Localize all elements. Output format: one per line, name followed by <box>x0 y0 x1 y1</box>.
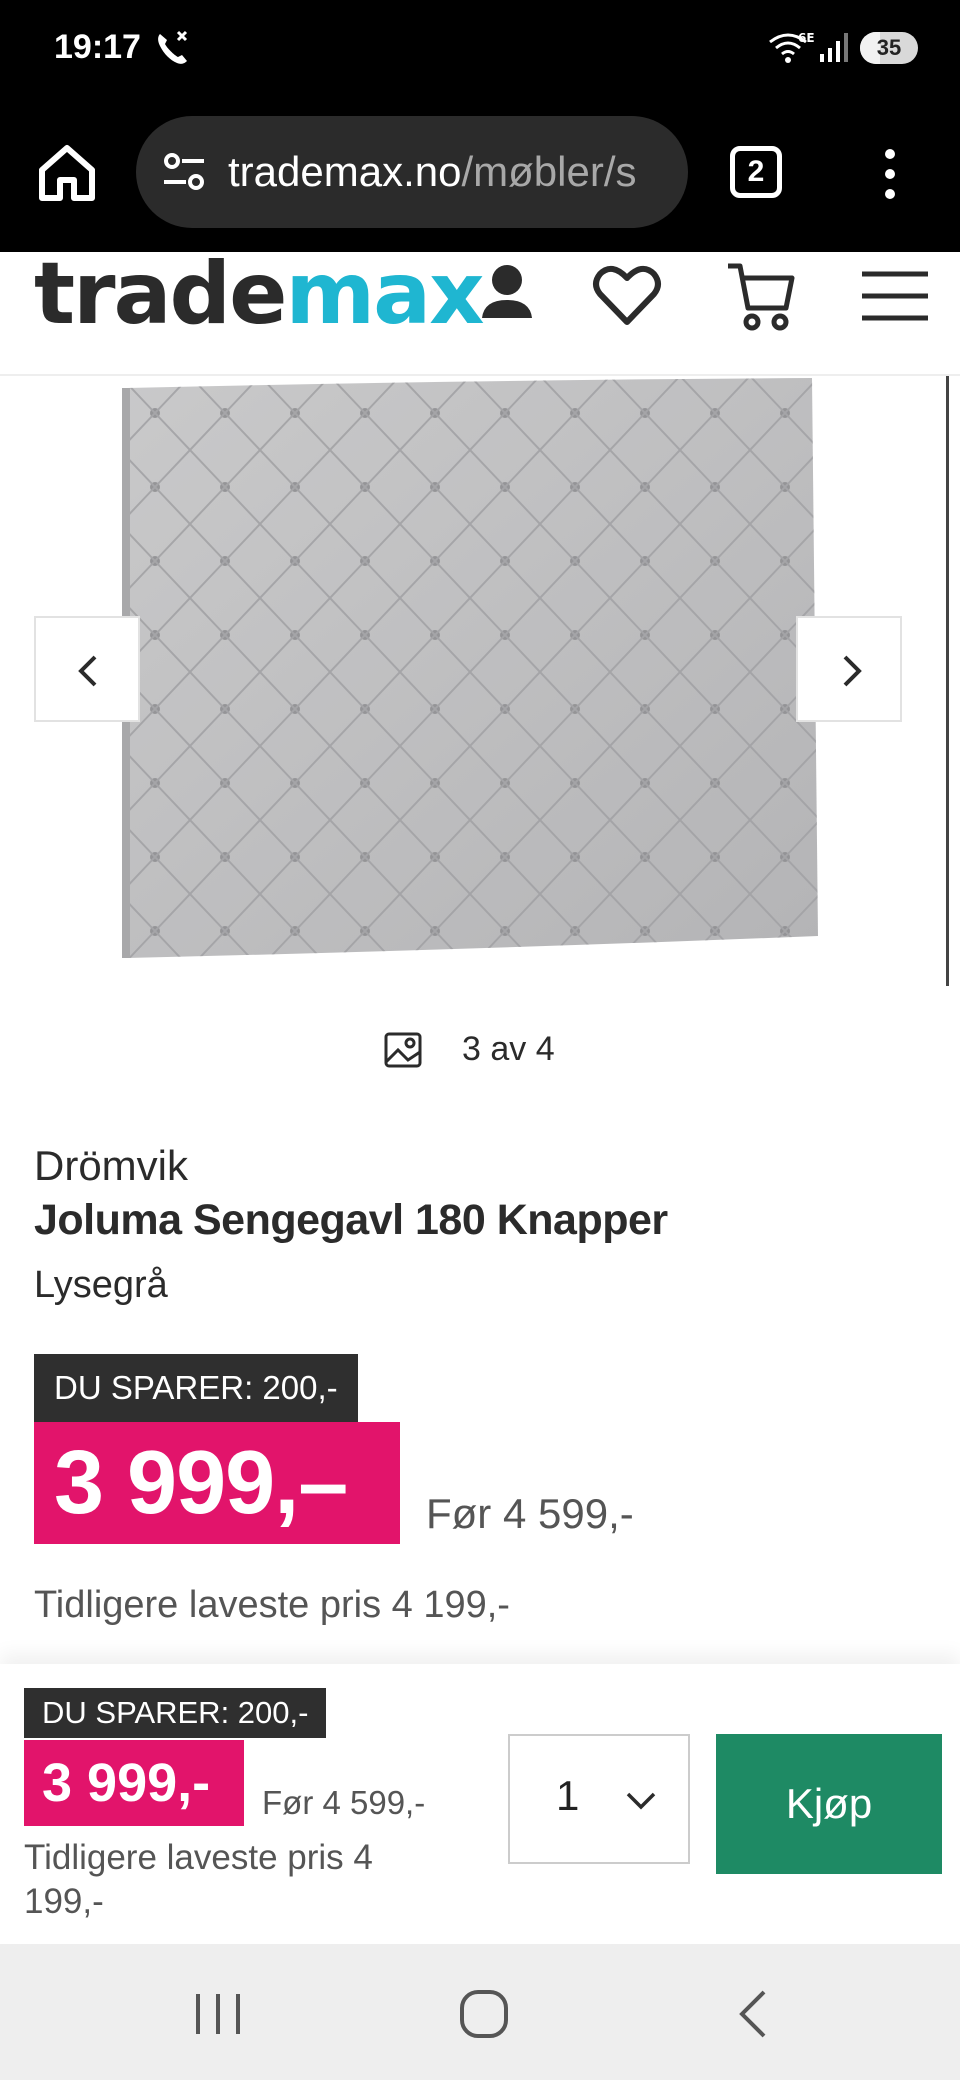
wifi-icon: 6E <box>769 31 815 63</box>
trademax-logo[interactable]: trademax <box>34 251 485 337</box>
image-counter: 3 av 4 <box>0 1026 960 1076</box>
recent-apps-icon[interactable] <box>190 1986 246 2042</box>
status-bar: 19:17 6E 35 <box>0 0 960 100</box>
hamburger-menu-icon[interactable] <box>858 256 932 336</box>
product-image-carousel[interactable] <box>0 376 960 996</box>
signal-icon <box>820 33 848 62</box>
quantity-select[interactable]: 1 <box>508 1734 690 1864</box>
savings-badge: DU SPARER: 200,- <box>34 1354 358 1422</box>
network-label: 6E <box>798 31 815 45</box>
battery-indicator: 35 <box>860 32 918 64</box>
sticky-savings-badge: DU SPARER: 200,- <box>24 1688 327 1738</box>
status-time: 19:17 <box>54 28 141 66</box>
cart-icon[interactable] <box>724 256 798 336</box>
sticky-buy-bar: DU SPARER: 200,- 3 999,- Før 4 599,- Tid… <box>0 1664 960 1944</box>
product-image <box>122 378 818 958</box>
sticky-before-price: Før 4 599,- <box>262 1784 426 1821</box>
buy-button[interactable]: Kjøp <box>716 1734 942 1874</box>
tab-switcher-button[interactable]: 2 <box>730 146 782 198</box>
sticky-previous-lowest-price: Tidligere laveste pris 4 199,- <box>24 1838 373 1921</box>
site-settings-icon[interactable] <box>160 150 208 194</box>
chevron-left-icon <box>78 655 97 687</box>
logo-trade: trade <box>34 244 287 344</box>
logo-max: max <box>285 244 484 344</box>
back-nav-icon[interactable] <box>728 1986 784 2042</box>
url-path: /møbler/s <box>461 148 637 195</box>
system-navigation-bar <box>0 1944 960 2080</box>
site-header: trademax <box>0 251 960 376</box>
image-icon <box>384 1032 422 1068</box>
battery-level: 35 <box>876 35 902 60</box>
url-domain: trademax.no <box>228 148 462 195</box>
browser-toolbar: trademax.no/møbler/s 2 <box>0 100 960 252</box>
quantity-value: 1 <box>556 1772 580 1819</box>
carousel-next-image-edge <box>946 376 949 986</box>
home-icon[interactable] <box>34 140 100 206</box>
product-brand[interactable]: Drömvik <box>34 1142 188 1190</box>
missed-call-icon <box>158 30 188 64</box>
sticky-price: 3 999,- <box>24 1740 244 1826</box>
url-text: trademax.no/møbler/s <box>228 148 636 196</box>
image-counter-text: 3 av 4 <box>462 1030 555 1068</box>
chevron-down-icon <box>626 1792 656 1810</box>
home-nav-icon[interactable] <box>456 1986 512 2042</box>
product-variant: Lysegrå <box>34 1264 168 1306</box>
product-price: 3 999,– <box>34 1422 400 1544</box>
wishlist-heart-icon[interactable] <box>590 256 664 336</box>
carousel-prev-button[interactable] <box>34 616 140 722</box>
address-bar[interactable]: trademax.no/møbler/s <box>136 116 688 228</box>
product-title: Joluma Sengegavl 180 Knapper <box>34 1196 668 1244</box>
carousel-next-button[interactable] <box>796 616 902 722</box>
chevron-right-icon <box>843 655 862 687</box>
account-icon[interactable] <box>470 256 544 336</box>
before-price: Før 4 599,- <box>426 1490 634 1537</box>
more-options-icon[interactable] <box>870 144 910 204</box>
previous-lowest-price: Tidligere laveste pris 4 199,- <box>34 1584 510 1626</box>
